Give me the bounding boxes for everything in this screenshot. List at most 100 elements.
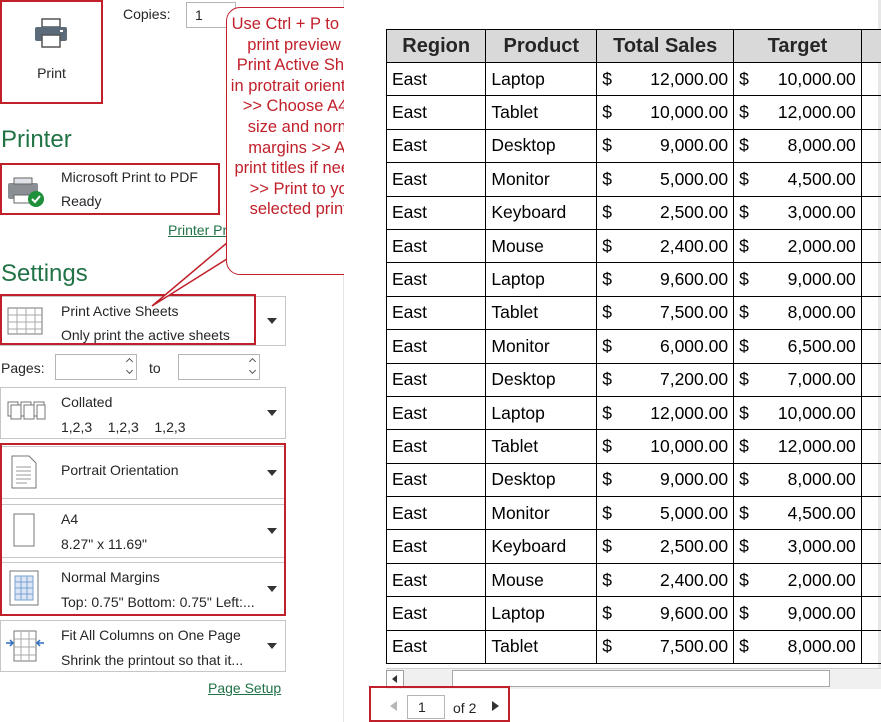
currency-symbol: $: [602, 502, 612, 523]
copies-label: Copies:: [123, 6, 171, 22]
currency-cell: $10,000.00: [733, 61, 862, 97]
cut-off-cell: [860, 262, 881, 297]
currency-cell: $9,000.00: [733, 262, 862, 297]
product-cell: Desktop: [485, 362, 598, 397]
currency-cell: $4,500.00: [733, 162, 862, 197]
currency-value: 12,000.00: [777, 102, 856, 123]
currency-cell: $8,000.00: [733, 295, 862, 331]
product-cell: Monitor: [485, 162, 598, 197]
product-cell: Mouse: [485, 562, 598, 598]
currency-symbol: $: [739, 469, 749, 490]
currency-value: 8,000.00: [787, 302, 856, 323]
table-row: East Desktop $9,000.00 $8,000.00: [385, 462, 881, 498]
region-cell: East: [385, 596, 487, 631]
currency-value: 2,500.00: [659, 536, 729, 557]
currency-symbol: $: [602, 536, 612, 557]
currency-symbol: $: [739, 235, 749, 256]
currency-value: 7,200.00: [659, 369, 729, 390]
chevron-down-icon: [267, 318, 277, 324]
print-button-highlight: [0, 0, 103, 104]
currency-symbol: $: [602, 335, 612, 356]
currency-symbol: $: [602, 402, 612, 423]
cut-off-cell: [860, 596, 881, 631]
currency-cell: $12,000.00: [733, 429, 862, 464]
scaling-subtitle: Shrink the printout so that it...: [61, 652, 244, 668]
cut-off-cell: [860, 496, 881, 531]
currency-symbol: $: [602, 569, 612, 590]
currency-value: 7,500.00: [659, 636, 729, 657]
printer-properties-link[interactable]: Printer Properties: [168, 222, 226, 238]
currency-value: 10,000.00: [777, 68, 856, 89]
product-cell: Desktop: [485, 462, 598, 498]
currency-cell: $7,500.00: [596, 629, 735, 665]
table-row: East Tablet $7,500.00 $8,000.00: [385, 629, 881, 665]
chevron-down-icon: [267, 643, 277, 649]
currency-cell: $10,000.00: [596, 95, 735, 130]
currency-symbol: $: [739, 68, 749, 89]
table-row: East Desktop $7,200.00 $7,000.00: [385, 362, 881, 397]
product-cell: Tablet: [485, 429, 598, 464]
currency-value: 9,000.00: [787, 269, 856, 290]
currency-symbol: $: [739, 502, 749, 523]
spin-down-icon[interactable]: [248, 366, 257, 375]
region-cell: East: [385, 529, 487, 564]
currency-cell: $5,000.00: [596, 162, 735, 197]
currency-cell: $4,500.00: [733, 496, 862, 531]
table-row: East Tablet $10,000.00 $12,000.00: [385, 95, 881, 130]
table-row: East Laptop $12,000.00 $10,000.00: [385, 61, 881, 97]
region-cell: East: [385, 228, 487, 264]
currency-cell: $9,600.00: [596, 596, 735, 631]
pages-to-input[interactable]: [178, 354, 260, 380]
spin-up-icon[interactable]: [248, 357, 257, 366]
scroll-left-button[interactable]: [386, 670, 404, 687]
currency-cell: $2,000.00: [733, 228, 862, 264]
currency-symbol: $: [739, 302, 749, 323]
cut-off-cell: [860, 529, 881, 564]
spin-down-icon[interactable]: [125, 366, 134, 375]
printer-properties-link-text: Printer Properties: [168, 222, 226, 238]
currency-cell: $5,000.00: [596, 496, 735, 531]
currency-symbol: $: [602, 68, 612, 89]
currency-cell: $7,000.00: [733, 362, 862, 397]
region-cell: East: [385, 496, 487, 531]
region-cell: East: [385, 128, 487, 164]
currency-symbol: $: [739, 569, 749, 590]
column-header: Region: [385, 29, 487, 63]
currency-cell: $3,000.00: [733, 529, 862, 564]
currency-symbol: $: [602, 269, 612, 290]
scroll-thumb[interactable]: [452, 670, 830, 687]
currency-value: 4,500.00: [787, 502, 856, 523]
currency-symbol: $: [602, 602, 612, 623]
copies-value: 1: [195, 7, 203, 23]
currency-cell: $8,000.00: [733, 629, 862, 665]
cut-off-cell: [860, 228, 881, 264]
currency-symbol: $: [602, 302, 612, 323]
currency-value: 6,500.00: [787, 335, 856, 356]
currency-value: 4,500.00: [787, 168, 856, 189]
page-setup-link[interactable]: Page Setup: [208, 680, 281, 696]
currency-value: 12,000.00: [650, 402, 729, 423]
column-header: Total Sales: [596, 29, 735, 63]
collation-dropdown[interactable]: Collated 1,2,3 1,2,3 1,2,3: [0, 387, 286, 439]
currency-value: 2,000.00: [787, 569, 856, 590]
printer-heading: Printer: [1, 126, 72, 153]
column-header: Product: [485, 29, 598, 63]
currency-symbol: $: [739, 602, 749, 623]
spin-up-icon[interactable]: [125, 357, 134, 366]
scaling-title: Fit All Columns on One Page: [61, 627, 241, 643]
product-cell: Mouse: [485, 228, 598, 264]
scaling-dropdown[interactable]: Fit All Columns on One Page Shrink the p…: [0, 620, 286, 672]
product-cell: Tablet: [485, 629, 598, 665]
region-cell: East: [385, 329, 487, 364]
cut-off-cell: [860, 128, 881, 164]
currency-value: 9,600.00: [659, 602, 729, 623]
currency-symbol: $: [739, 369, 749, 390]
pages-from-input[interactable]: [55, 354, 137, 380]
currency-symbol: $: [602, 469, 612, 490]
product-cell: Tablet: [485, 295, 598, 331]
currency-cell: $12,000.00: [596, 61, 735, 97]
product-cell: Tablet: [485, 95, 598, 130]
currency-symbol: $: [739, 335, 749, 356]
currency-value: 3,000.00: [787, 536, 856, 557]
cut-off-cell: [860, 295, 881, 331]
